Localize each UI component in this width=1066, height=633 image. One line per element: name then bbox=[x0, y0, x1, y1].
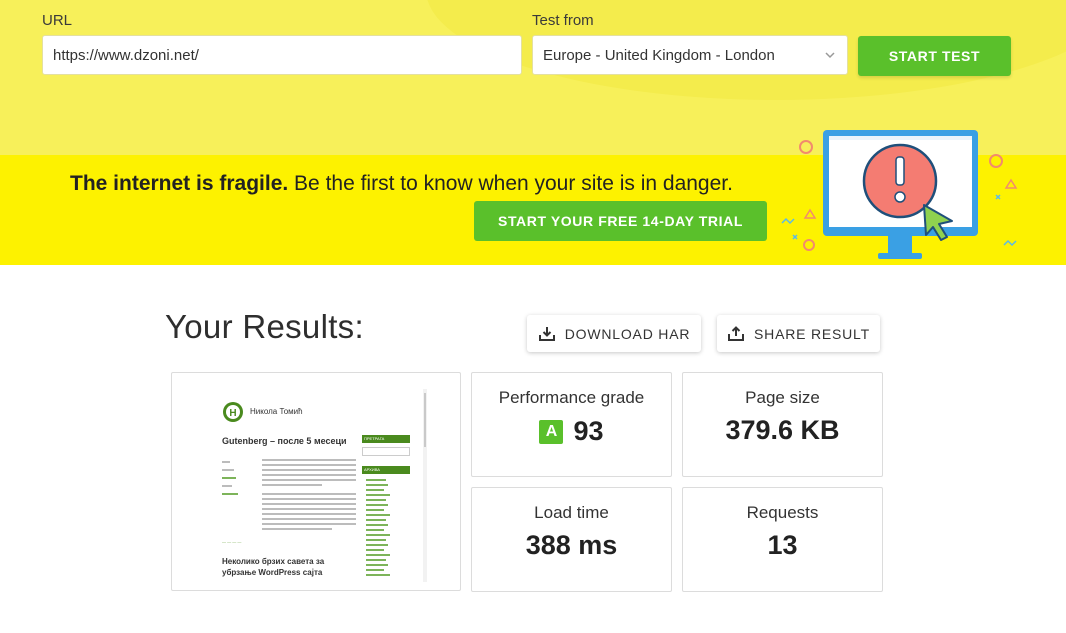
monitor-alert-illustration bbox=[781, 130, 1018, 259]
chevron-down-icon bbox=[825, 52, 835, 59]
grade-badge: A bbox=[539, 419, 564, 444]
test-location-value: Europe - United Kingdom - London bbox=[543, 46, 775, 64]
performance-grade-row: A 93 bbox=[472, 416, 671, 447]
share-result-button[interactable]: SHARE RESULT bbox=[717, 315, 880, 352]
thumbnail-scrollbar-thumb bbox=[424, 393, 426, 447]
load-time-card: Load time 388 ms bbox=[471, 487, 672, 592]
svg-text:H: H bbox=[229, 408, 236, 419]
thumbnail-sidebar-search: ПРЕТРАГА bbox=[362, 435, 410, 443]
requests-label: Requests bbox=[746, 503, 819, 522]
thumbnail-read-more: — — — — bbox=[222, 539, 242, 544]
start-test-button[interactable]: START TEST bbox=[858, 36, 1011, 76]
load-time-label: Load time bbox=[534, 503, 609, 522]
test-location-select[interactable]: Europe - United Kingdom - London bbox=[532, 35, 848, 75]
requests-card: Requests 13 bbox=[682, 487, 883, 592]
page-size-label: Page size bbox=[745, 388, 820, 407]
performance-score: 93 bbox=[573, 416, 604, 446]
performance-grade-label: Performance grade bbox=[498, 388, 645, 407]
thumbnail-sidebar-search-box bbox=[362, 447, 410, 456]
thumbnail-sidebar-archive: АРХИВА bbox=[362, 466, 410, 474]
thumbnail-post-title: Gutenberg – после 5 месеци bbox=[222, 436, 347, 446]
performance-grade-card: Performance grade A 93 bbox=[471, 372, 672, 477]
test-from-label: Test from bbox=[532, 12, 594, 29]
thumbnail-site-name: Никола Томић bbox=[250, 407, 303, 416]
thumbnail-next-post-title: Неколико брзих савета за убрзање WordPre… bbox=[222, 557, 325, 577]
start-trial-button[interactable]: START YOUR FREE 14-DAY TRIAL bbox=[474, 201, 767, 241]
share-result-label: SHARE RESULT bbox=[754, 325, 870, 342]
load-time-value: 388 ms bbox=[525, 530, 618, 560]
results-title: Your Results: bbox=[165, 308, 364, 345]
banner-headline: The internet is fragile. Be the first to… bbox=[70, 172, 733, 196]
page-size-value: 379.6 KB bbox=[725, 415, 840, 445]
download-har-label: DOWNLOAD HAR bbox=[564, 325, 691, 342]
url-label: URL bbox=[42, 12, 73, 29]
promo-banner: The internet is fragile. Be the first to… bbox=[0, 130, 1066, 265]
thumbnail-content: H Никола Томић Gutenberg – после 5 месец… bbox=[180, 381, 454, 584]
download-har-button[interactable]: DOWNLOAD HAR bbox=[527, 315, 701, 352]
banner-headline-rest: Be the first to know when your site is i… bbox=[288, 172, 733, 195]
page-size-card: Page size 379.6 KB bbox=[682, 372, 883, 477]
site-logo-icon: H bbox=[223, 402, 243, 422]
url-input[interactable] bbox=[42, 35, 522, 75]
download-icon bbox=[538, 326, 555, 341]
page-screenshot-thumbnail: H Никола Томић Gutenberg – после 5 месец… bbox=[171, 372, 461, 591]
requests-value: 13 bbox=[767, 530, 798, 560]
banner-headline-bold: The internet is fragile. bbox=[70, 172, 289, 195]
share-icon bbox=[728, 325, 745, 341]
